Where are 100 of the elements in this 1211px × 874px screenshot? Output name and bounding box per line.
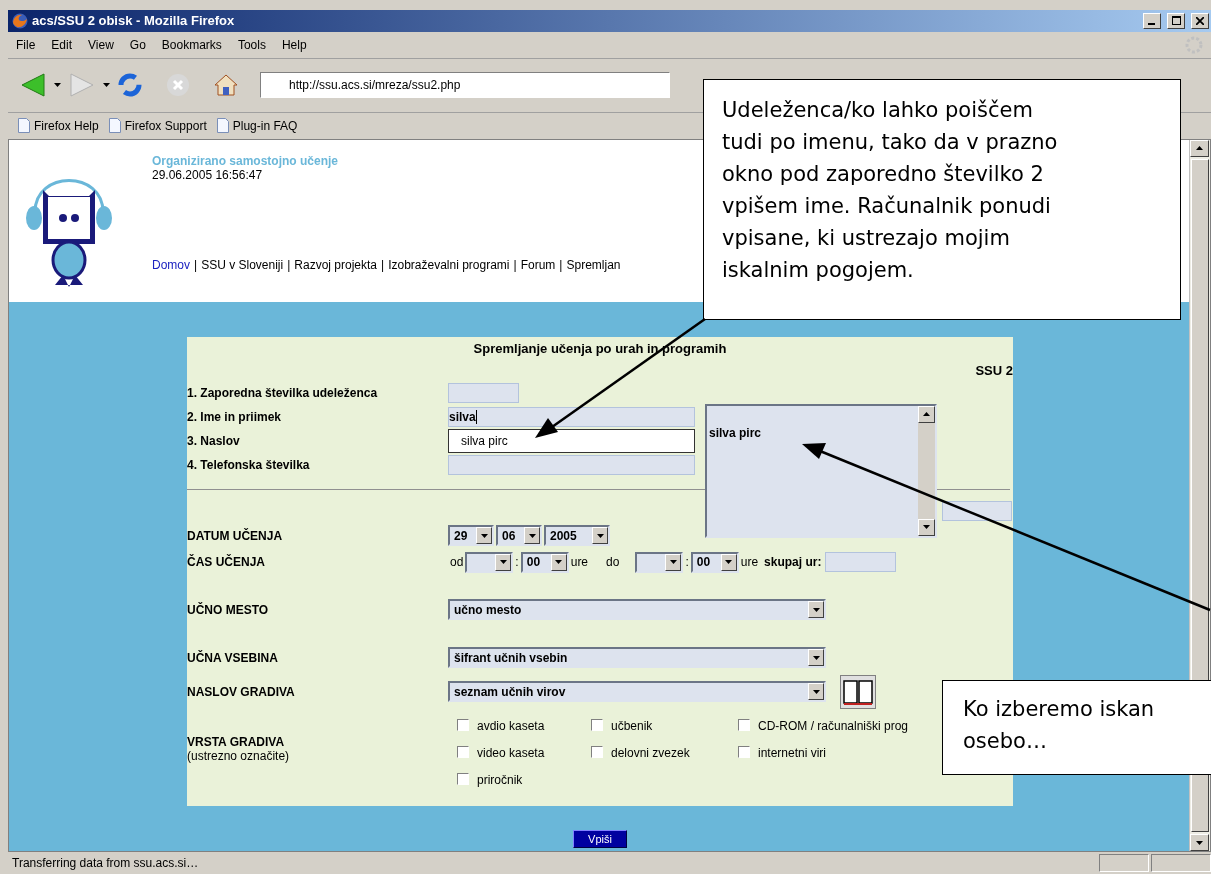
address-field[interactable]: http://ssu.acs.si/mreza/ssu2.php [260,72,670,99]
checkbox-option[interactable]: učbenik [591,718,738,746]
nav-separator: | [513,257,517,272]
form-title: Spremljanje učenja po urah in programih [472,340,728,359]
input-field[interactable]: silva [448,406,695,427]
caret-down-icon [812,689,820,694]
minimize-button[interactable] [1143,13,1161,29]
select-field[interactable]: 29 [448,525,494,547]
checkbox[interactable] [738,718,750,731]
input-field[interactable] [448,382,519,403]
status-pane [1151,854,1211,872]
reload-button[interactable] [118,73,142,98]
field-label: VRSTA GRADIVA [187,734,286,749]
select-field[interactable]: 06 [496,525,542,547]
checkbox[interactable] [457,718,469,731]
bookmark-link[interactable]: Firefox Support [108,118,207,134]
close-button[interactable] [1191,13,1209,29]
field-label: DATUM UČENJA [187,528,284,543]
checkbox[interactable] [591,718,603,731]
nav-link[interactable]: Forum [520,257,556,272]
select-field[interactable] [465,551,514,573]
menu-item[interactable]: Go [121,37,154,52]
history-dropdown-button[interactable] [103,83,110,88]
scroll-up-button[interactable] [918,405,935,423]
select-field[interactable]: 00 [520,551,569,573]
bookmark-link[interactable]: Plug-in FAQ [216,118,298,134]
time-label: : [685,555,689,570]
checkbox[interactable] [457,745,469,758]
dropdown-button[interactable] [476,527,492,545]
menu-item[interactable]: Edit [43,37,81,52]
caret-up-icon [923,412,930,417]
checkbox[interactable] [591,745,603,758]
select-field[interactable]: 2005 [544,525,610,547]
checkbox[interactable] [457,772,469,785]
bookmark-link[interactable]: Firefox Help [18,118,99,134]
checkbox[interactable] [738,745,750,758]
scroll-down-button[interactable] [1190,834,1209,851]
dropdown-button[interactable] [808,683,824,701]
field-label: NASLOV GRADIVA [187,684,296,699]
home-button[interactable] [214,73,238,98]
dropdown-button[interactable] [808,601,824,619]
dropdown-button[interactable] [720,553,737,571]
select-field[interactable]: seznam učnih virov [448,681,826,703]
list-item[interactable]: silva pirc [709,425,918,440]
time-label: ure [740,555,759,570]
input-field[interactable] [942,500,1012,521]
dropdown-button[interactable] [808,649,824,667]
nav-link[interactable]: Spremljan [566,257,621,272]
checkbox-option[interactable]: avdio kaseta [457,718,591,746]
home-icon [214,73,238,98]
history-dropdown-button[interactable] [54,83,61,88]
dropdown-button[interactable] [524,527,540,545]
page-icon [108,118,121,134]
dropdown-button[interactable] [550,553,567,571]
dropdown-button[interactable] [592,527,608,545]
checkbox-option[interactable]: internetni viri [738,745,918,773]
caret-down-icon [596,533,604,538]
stop-icon [166,73,190,98]
maximize-button[interactable] [1167,13,1185,29]
menu-item[interactable]: File [8,37,44,52]
nav-separator: | [381,257,385,272]
select-field[interactable]: 00 [690,551,739,573]
select-field[interactable] [635,551,684,573]
menu-item[interactable]: Tools [229,37,274,52]
dropdown-button[interactable] [495,553,512,571]
checkbox-option[interactable]: video kaseta [457,745,591,773]
nav-link[interactable]: SSU v Sloveniji [201,257,284,272]
status-text: Transferring data from ssu.acs.si… [11,856,200,870]
field-label: UČNO MESTO [187,602,270,617]
menu-item[interactable]: View [80,37,122,52]
back-button[interactable] [20,73,46,98]
results-list[interactable]: silva pirc [705,403,937,538]
scroll-up-button[interactable] [1190,139,1209,157]
callout-text: Udeleženca/ko lahko poiščem [722,97,1034,124]
dropdown-button[interactable] [665,553,682,571]
callout-text: okno pod zaporedno številko 2 [722,161,1045,188]
nav-link[interactable]: Domov [152,257,190,272]
checkbox-option[interactable]: priročnik [457,772,591,800]
select-field[interactable]: učno mesto [448,599,826,621]
menu-item[interactable]: Bookmarks [153,37,230,52]
field-label: 3. Naslov [187,433,241,448]
nav-link[interactable]: Razvoj projekta [294,257,377,272]
field-label: UČNA VSEBINA [187,650,279,665]
input-field[interactable] [448,454,695,475]
caret-up-icon [1196,146,1203,151]
callout-text: Ko izberemo iskan [963,696,1156,723]
menu-item[interactable]: Help [273,37,315,52]
submit-button[interactable]: Vpiši [573,829,627,848]
scroll-down-button[interactable] [918,518,935,536]
scrollbar[interactable] [918,405,935,536]
checkbox-option[interactable]: CD-ROM / računalniški prog [738,718,918,746]
autocomplete-suggestion[interactable]: silva pirc [448,428,695,453]
select-field[interactable]: šifrant učnih vsebin [448,647,826,669]
time-label: do [606,555,620,570]
caret-down-icon [528,533,536,538]
time-label: od [450,555,464,570]
checkbox-option[interactable]: delovni zvezek [591,745,738,773]
book-button[interactable] [840,674,876,709]
nav-link[interactable]: Izobraževalni programi [388,257,510,272]
input-field[interactable] [825,552,897,573]
